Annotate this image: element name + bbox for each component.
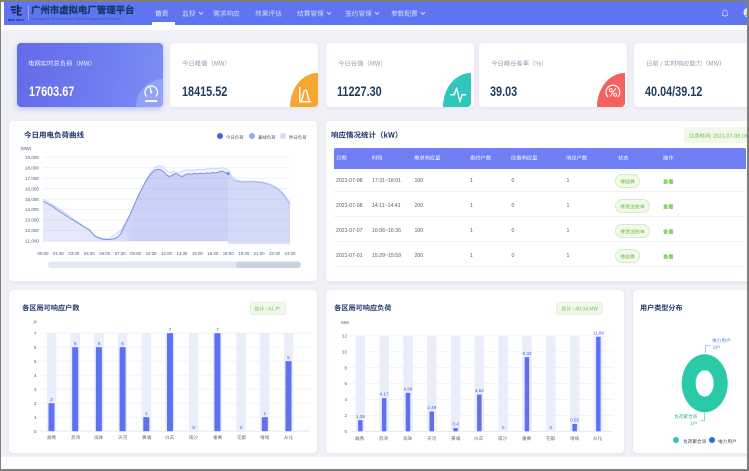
svg-text:6: 6 [98, 341, 101, 347]
svg-text:2: 2 [344, 413, 347, 418]
svg-text:1: 1 [145, 411, 148, 417]
svg-text:19:30: 19:30 [238, 251, 250, 256]
svg-text:8: 8 [344, 365, 347, 370]
svg-text:2: 2 [34, 401, 37, 406]
svg-text:10:30: 10:30 [146, 251, 158, 256]
svg-text:06:00: 06:00 [99, 251, 111, 256]
svg-text:0: 0 [549, 425, 552, 430]
svg-text:6: 6 [344, 381, 347, 386]
svg-text:4.17: 4.17 [379, 392, 388, 397]
svg-text:14,000: 14,000 [25, 207, 39, 212]
svg-text:7: 7 [216, 327, 219, 333]
svg-text:5: 5 [287, 355, 290, 361]
svg-text:11.89: 11.89 [592, 330, 604, 335]
svg-text:0: 0 [501, 425, 504, 430]
svg-text:18:00: 18:00 [223, 251, 235, 256]
svg-text:21:00: 21:00 [254, 251, 266, 256]
svg-text:19,000: 19,000 [25, 155, 39, 160]
svg-text:03:00: 03:00 [68, 251, 80, 256]
svg-text:0.92: 0.92 [570, 418, 579, 423]
svg-text:12:00: 12:00 [161, 251, 173, 256]
svg-text:11,000: 11,000 [25, 239, 39, 244]
svg-text:09:00: 09:00 [130, 251, 142, 256]
svg-text:1: 1 [263, 411, 266, 417]
svg-text:18,000: 18,000 [25, 165, 39, 170]
svg-text:6: 6 [34, 345, 37, 350]
svg-text:2.49: 2.49 [427, 405, 436, 410]
svg-text:15,000: 15,000 [25, 197, 39, 202]
svg-text:1.39: 1.39 [355, 414, 364, 419]
svg-text:17,000: 17,000 [25, 176, 39, 181]
svg-text:16:30: 16:30 [207, 251, 219, 256]
svg-text:00:00: 00:00 [38, 251, 50, 256]
svg-text:16,000: 16,000 [25, 186, 39, 191]
svg-text:12: 12 [341, 334, 347, 339]
svg-text:0: 0 [34, 429, 37, 434]
svg-text:1: 1 [34, 415, 37, 420]
svg-text:22:30: 22:30 [269, 251, 281, 256]
svg-text:07:30: 07:30 [115, 251, 127, 256]
svg-text:9.32: 9.32 [522, 351, 531, 356]
svg-text:04:30: 04:30 [84, 251, 96, 256]
svg-text:4.62: 4.62 [474, 388, 483, 393]
svg-text:0: 0 [240, 425, 243, 431]
svg-text:13:30: 13:30 [176, 251, 188, 256]
svg-text:4: 4 [344, 397, 347, 402]
svg-text:6: 6 [121, 341, 124, 347]
svg-text:4.84: 4.84 [403, 386, 412, 391]
svg-text:0.4: 0.4 [452, 422, 459, 427]
svg-text:6: 6 [74, 341, 77, 347]
svg-text:0: 0 [344, 429, 347, 434]
svg-text:4: 4 [34, 373, 37, 378]
svg-text:5: 5 [34, 359, 37, 364]
svg-text:3: 3 [34, 387, 37, 392]
svg-text:01:30: 01:30 [53, 251, 65, 256]
svg-text:(MW): (MW) [21, 146, 32, 151]
svg-text:24:00: 24:00 [285, 251, 297, 256]
svg-text:0: 0 [192, 425, 195, 431]
svg-text:15:00: 15:00 [192, 251, 204, 256]
svg-text:7: 7 [34, 331, 37, 336]
svg-text:2: 2 [50, 397, 53, 403]
svg-text:13,000: 13,000 [25, 218, 39, 223]
svg-text:12,000: 12,000 [25, 228, 39, 233]
svg-text:7: 7 [169, 327, 172, 333]
svg-text:10: 10 [341, 349, 347, 354]
